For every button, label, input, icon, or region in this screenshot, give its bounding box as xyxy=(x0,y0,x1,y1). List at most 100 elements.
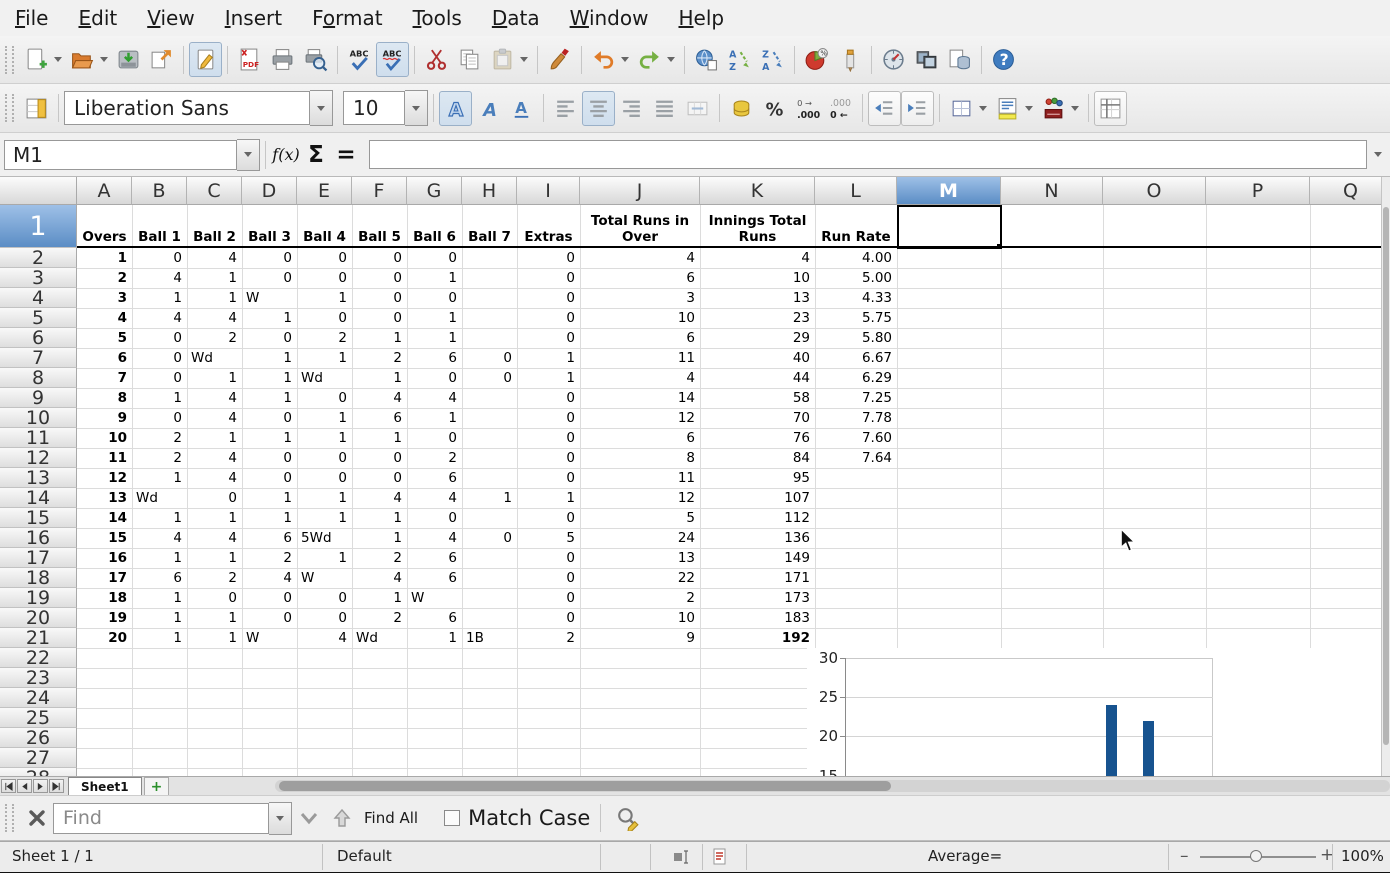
cell-J13[interactable]: 11 xyxy=(581,468,699,488)
cell-D9[interactable]: 1 xyxy=(243,388,296,408)
select-all-corner[interactable] xyxy=(0,177,77,205)
open-dropdown-icon[interactable] xyxy=(100,57,108,62)
find-previous-button[interactable] xyxy=(325,801,358,836)
cell-C14[interactable]: 0 xyxy=(188,488,241,508)
cell-A16[interactable]: 15 xyxy=(78,528,131,548)
menu-edit[interactable]: Edit xyxy=(63,3,132,33)
row-header-4[interactable]: 4 xyxy=(0,288,77,308)
cell-J17[interactable]: 13 xyxy=(581,548,699,568)
cell-G4[interactable]: 0 xyxy=(408,288,461,308)
cell-J12[interactable]: 8 xyxy=(581,448,699,468)
match-case-checkbox[interactable] xyxy=(444,810,460,826)
cell-C13[interactable]: 4 xyxy=(188,468,241,488)
column-header-K[interactable]: K xyxy=(700,177,815,205)
cell-A11[interactable]: 10 xyxy=(78,428,131,448)
cell-I3[interactable]: 0 xyxy=(518,268,579,288)
cell-K15[interactable]: 112 xyxy=(701,508,814,528)
header-cell-H[interactable]: Ball 7 xyxy=(463,205,516,248)
cell-J10[interactable]: 12 xyxy=(581,408,699,428)
header-cell-C[interactable]: Ball 2 xyxy=(188,205,241,248)
cell-J19[interactable]: 2 xyxy=(581,588,699,608)
cell-D7[interactable]: 1 xyxy=(243,348,296,368)
cell-E14[interactable]: 1 xyxy=(298,488,351,508)
cell-A8[interactable]: 7 xyxy=(78,368,131,388)
column-header-N[interactable]: N xyxy=(1001,177,1103,205)
cell-K10[interactable]: 70 xyxy=(701,408,814,428)
cell-C21[interactable]: 1 xyxy=(188,628,241,648)
cell-E6[interactable]: 2 xyxy=(298,328,351,348)
background-color-dropdown-icon[interactable] xyxy=(1025,106,1033,111)
row-header-10[interactable]: 10 xyxy=(0,408,77,428)
cell-E7[interactable]: 1 xyxy=(298,348,351,368)
export-pdf-button[interactable]: PDF xyxy=(233,42,266,77)
cell-L3[interactable]: 5.00 xyxy=(816,268,896,288)
name-box-dropdown[interactable] xyxy=(237,139,260,171)
cell-F9[interactable]: 4 xyxy=(353,388,406,408)
paste-dropdown-icon[interactable] xyxy=(520,57,528,62)
cell-D6[interactable]: 0 xyxy=(243,328,296,348)
menu-format[interactable]: Format xyxy=(297,3,398,33)
cell-C9[interactable]: 4 xyxy=(188,388,241,408)
cell-B10[interactable]: 0 xyxy=(133,408,186,428)
cell-L2[interactable]: 4.00 xyxy=(816,248,896,268)
cell-I6[interactable]: 0 xyxy=(518,328,579,348)
row-header-20[interactable]: 20 xyxy=(0,608,77,628)
export-email-button[interactable] xyxy=(145,42,178,77)
vertical-scrollbar[interactable] xyxy=(1381,177,1390,776)
cell-K3[interactable]: 10 xyxy=(701,268,814,288)
cell-I10[interactable]: 0 xyxy=(518,408,579,428)
cell-E21[interactable]: 4 xyxy=(298,628,351,648)
cell-F14[interactable]: 4 xyxy=(353,488,406,508)
cell-G13[interactable]: 6 xyxy=(408,468,461,488)
cell-B4[interactable]: 1 xyxy=(133,288,186,308)
cell-D3[interactable]: 0 xyxy=(243,268,296,288)
cell-F16[interactable]: 1 xyxy=(353,528,406,548)
next-sheet-button[interactable] xyxy=(33,779,48,793)
spelling-button[interactable]: ABC xyxy=(343,42,376,77)
cell-I8[interactable]: 1 xyxy=(518,368,579,388)
header-cell-G[interactable]: Ball 6 xyxy=(408,205,461,248)
header-cell-L[interactable]: Run Rate xyxy=(816,205,896,248)
cell-D5[interactable]: 1 xyxy=(243,308,296,328)
formula-input-line[interactable] xyxy=(369,140,1367,169)
cell-G21[interactable]: 1 xyxy=(408,628,461,648)
cell-G6[interactable]: 1 xyxy=(408,328,461,348)
row-header-17[interactable]: 17 xyxy=(0,548,77,568)
cell-F17[interactable]: 2 xyxy=(353,548,406,568)
align-center-button[interactable] xyxy=(582,91,615,126)
cell-G19[interactable]: W xyxy=(408,588,461,608)
font-size-combobox[interactable] xyxy=(343,91,405,125)
cell-F8[interactable]: 1 xyxy=(353,368,406,388)
cell-E4[interactable]: 1 xyxy=(298,288,351,308)
cell-C19[interactable]: 0 xyxy=(188,588,241,608)
column-header-P[interactable]: P xyxy=(1206,177,1310,205)
zoom-out-button[interactable]: – xyxy=(1180,846,1189,866)
sheet-tab[interactable]: Sheet1 xyxy=(68,777,142,795)
align-right-button[interactable] xyxy=(615,91,648,126)
undo-button[interactable] xyxy=(587,42,620,77)
row-header-8[interactable]: 8 xyxy=(0,368,77,388)
cell-J15[interactable]: 5 xyxy=(581,508,699,528)
cell-B8[interactable]: 0 xyxy=(133,368,186,388)
cell-B18[interactable]: 6 xyxy=(133,568,186,588)
menu-help[interactable]: Help xyxy=(663,3,739,33)
clone-formatting-button[interactable] xyxy=(543,42,576,77)
add-sheet-button[interactable]: + xyxy=(144,777,170,795)
cell-J11[interactable]: 6 xyxy=(581,428,699,448)
column-header-A[interactable]: A xyxy=(77,177,132,205)
column-header-I[interactable]: I xyxy=(517,177,580,205)
cell-G10[interactable]: 1 xyxy=(408,408,461,428)
cell-B14[interactable]: Wd xyxy=(133,488,186,508)
cell-E9[interactable]: 0 xyxy=(298,388,351,408)
cell-G15[interactable]: 0 xyxy=(408,508,461,528)
cell-I12[interactable]: 0 xyxy=(518,448,579,468)
cell-C6[interactable]: 2 xyxy=(188,328,241,348)
italic-button[interactable]: A xyxy=(472,91,505,126)
data-sources-button[interactable] xyxy=(943,42,976,77)
row-header-18[interactable]: 18 xyxy=(0,568,77,588)
cell-A6[interactable]: 5 xyxy=(78,328,131,348)
zoom-slider-thumb[interactable] xyxy=(1250,850,1262,862)
header-cell-E[interactable]: Ball 4 xyxy=(298,205,351,248)
cell-D4[interactable]: W xyxy=(243,288,296,308)
cell-J7[interactable]: 11 xyxy=(581,348,699,368)
